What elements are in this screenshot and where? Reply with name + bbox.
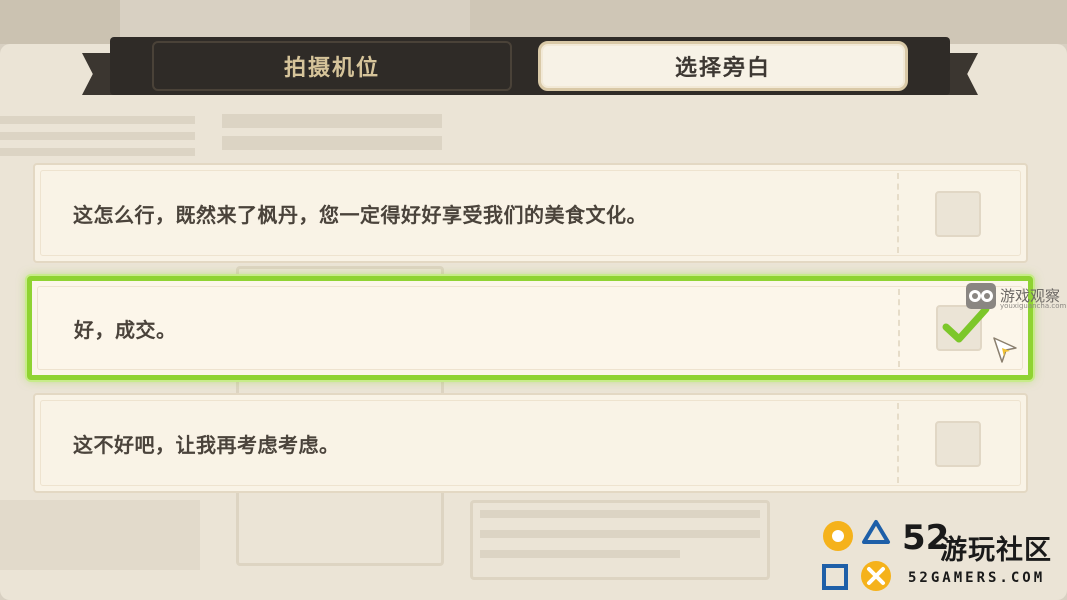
option-row[interactable]: 这怎么行，既然来了枫丹，您一定得好好享受我们的美食文化。 [33, 163, 1028, 263]
watermark-bottom-url: 52GAMERS.COM [908, 570, 1046, 586]
checkbox[interactable] [935, 421, 981, 467]
option-text: 这不好吧，让我再考虑考虑。 [73, 432, 340, 457]
tab-camera-position[interactable]: 拍摄机位 [152, 41, 512, 91]
option-row-selected[interactable]: 好，成交。 [27, 276, 1033, 380]
watermark-bottom: 52 游玩社区 52GAMERS.COM [818, 514, 1067, 600]
divider [897, 173, 899, 253]
checkbox[interactable] [935, 191, 981, 237]
watermark-top-url: youxiguancha.com [1000, 302, 1067, 310]
cursor-icon [993, 337, 1017, 363]
watermark-bottom-name: 游玩社区 [940, 535, 1052, 566]
gamepad-buttons-icon [822, 520, 891, 591]
tab-banner: 拍摄机位 选择旁白 [82, 37, 978, 99]
tab-select-narration[interactable]: 选择旁白 [538, 41, 908, 91]
tab-bar: 拍摄机位 选择旁白 [110, 37, 950, 95]
checkbox-checked[interactable] [936, 305, 990, 351]
divider [898, 289, 900, 367]
option-text: 好，成交。 [74, 317, 177, 342]
divider [897, 403, 899, 483]
option-row[interactable]: 这不好吧，让我再考虑考虑。 [33, 393, 1028, 493]
option-text: 这怎么行，既然来了枫丹，您一定得好好享受我们的美食文化。 [73, 202, 647, 227]
binoculars-icon [966, 283, 996, 309]
